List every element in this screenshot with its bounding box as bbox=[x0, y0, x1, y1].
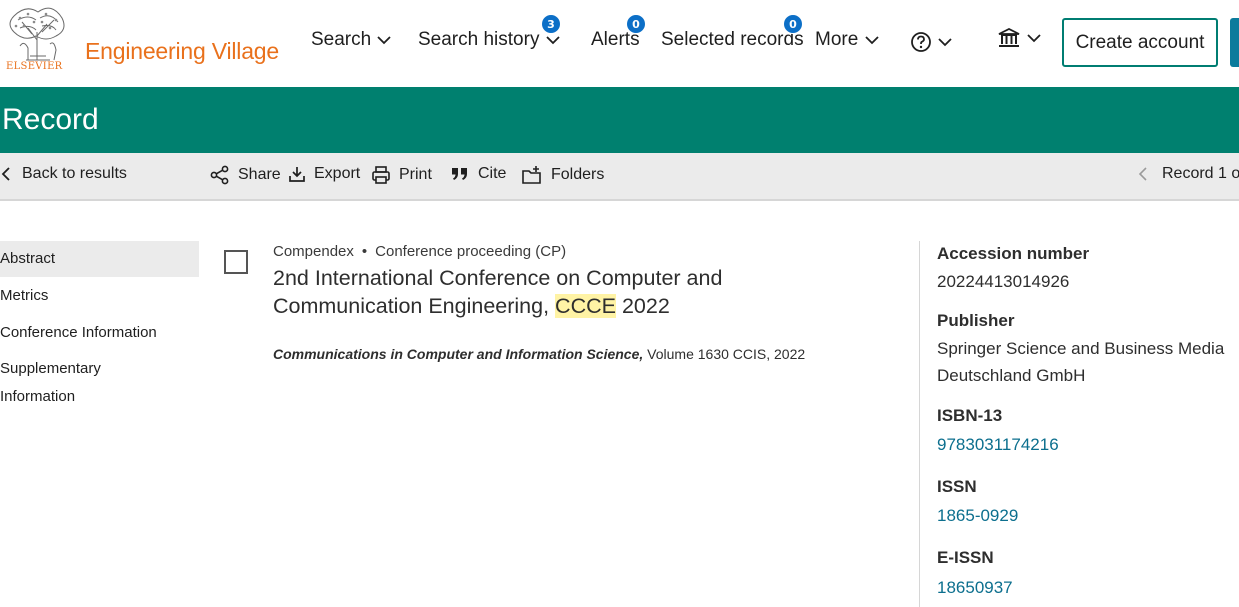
cite-label: Cite bbox=[478, 165, 507, 182]
isbn-label: ISBN-13 bbox=[937, 406, 1003, 425]
selected-records-count-badge: 0 bbox=[783, 14, 803, 34]
page-title: Record bbox=[2, 103, 99, 136]
search-history-count-badge: 3 bbox=[541, 14, 561, 34]
isbn-link[interactable]: 9783031174216 bbox=[937, 431, 1237, 458]
folders-label: Folders bbox=[551, 166, 605, 183]
issn-link[interactable]: 1865-0929 bbox=[937, 502, 1237, 529]
elsevier-wordmark: ELSEVIER bbox=[6, 61, 63, 72]
nav-search-history-label: Search history bbox=[418, 29, 540, 50]
source-journal[interactable]: Communications in Computer and Informati… bbox=[273, 346, 643, 362]
download-icon bbox=[289, 167, 305, 182]
chevron-down-icon bbox=[546, 36, 560, 45]
chevron-left-icon bbox=[1, 167, 10, 181]
record-title: 2nd International Conference on Computer… bbox=[273, 264, 793, 320]
print-button[interactable]: Print bbox=[371, 165, 432, 185]
create-account-button[interactable]: Create account bbox=[1062, 18, 1218, 67]
separator-dot: • bbox=[361, 243, 368, 260]
chevron-down-icon bbox=[377, 36, 392, 45]
share-label: Share bbox=[238, 166, 281, 183]
nav-selected-records[interactable]: Selected records bbox=[661, 29, 804, 51]
document-type: Conference proceeding (CP) bbox=[375, 243, 567, 260]
help-menu[interactable] bbox=[910, 31, 953, 53]
accession-number-label: Accession number bbox=[937, 244, 1090, 263]
sign-in-button[interactable] bbox=[1230, 18, 1239, 67]
record-toolbar: Back to results Share Export Print Cite … bbox=[0, 153, 1239, 201]
database-name: Compendex bbox=[273, 243, 354, 260]
publisher-value: Springer Science and Business Media Deut… bbox=[937, 339, 1225, 385]
record-source: Communications in Computer and Informati… bbox=[273, 346, 805, 362]
export-label: Export bbox=[314, 165, 361, 182]
record-title-part2: 2022 bbox=[615, 294, 670, 318]
folders-button[interactable]: Folders bbox=[521, 165, 604, 185]
record-title-highlight: CCCE bbox=[555, 294, 616, 318]
previous-record-icon[interactable] bbox=[1138, 166, 1150, 182]
sidebar-item-metrics[interactable]: Metrics bbox=[0, 287, 48, 304]
accession-number-value: 20224413014926 bbox=[937, 272, 1070, 291]
print-label: Print bbox=[399, 166, 432, 183]
sidebar-item-supplementary[interactable]: Supplementary bbox=[0, 360, 101, 377]
nav-more-label: More bbox=[815, 29, 859, 50]
publisher-label: Publisher bbox=[937, 311, 1015, 330]
nav-search-history[interactable]: Search history bbox=[418, 29, 561, 51]
nav-selected-records-label: Selected records bbox=[661, 29, 804, 50]
source-volume: Volume 1630 CCIS, 2022 bbox=[643, 346, 806, 362]
folder-add-icon bbox=[522, 166, 541, 184]
help-circle-icon bbox=[911, 32, 931, 52]
top-navigation-bar: ELSEVIER Engineering Village Search Sear… bbox=[0, 0, 1239, 87]
record-meta: Compendex • Conference proceeding (CP) bbox=[273, 243, 566, 260]
page-title-band: Record bbox=[0, 87, 1239, 153]
sidebar-item-abstract[interactable]: Abstract bbox=[0, 241, 199, 277]
nav-search[interactable]: Search bbox=[311, 29, 392, 51]
eissn-link[interactable]: 18650937 bbox=[937, 574, 1237, 601]
record-pager: Record 1 of bbox=[1138, 165, 1239, 183]
engineering-village-brand[interactable]: Engineering Village bbox=[85, 38, 279, 65]
export-button[interactable]: Export bbox=[288, 165, 360, 183]
chevron-down-icon bbox=[938, 38, 952, 47]
chevron-down-icon bbox=[1027, 34, 1041, 43]
eissn-label: E-ISSN bbox=[937, 548, 994, 567]
sidebar-item-conference-information[interactable]: Conference Information bbox=[0, 324, 157, 341]
chevron-down-icon bbox=[864, 36, 879, 45]
share-button[interactable]: Share bbox=[210, 165, 281, 185]
institution-menu[interactable] bbox=[997, 27, 1042, 49]
share-icon bbox=[210, 165, 229, 185]
quote-icon bbox=[452, 168, 467, 180]
nav-search-label: Search bbox=[311, 29, 372, 50]
select-record-checkbox[interactable] bbox=[224, 250, 248, 274]
column-divider bbox=[919, 241, 920, 607]
institution-building-icon bbox=[998, 27, 1020, 47]
alerts-count-badge: 0 bbox=[626, 14, 646, 34]
record-count-label: Record 1 of bbox=[1162, 165, 1239, 182]
cite-button[interactable]: Cite bbox=[450, 165, 506, 183]
issn-label: ISSN bbox=[937, 477, 977, 496]
sidebar-item-supplementary-information[interactable]: Information bbox=[0, 388, 75, 405]
back-to-results-label: Back to results bbox=[22, 165, 127, 182]
back-to-results-link[interactable]: Back to results bbox=[0, 165, 127, 183]
printer-icon bbox=[372, 166, 390, 184]
nav-more[interactable]: More bbox=[815, 29, 880, 51]
